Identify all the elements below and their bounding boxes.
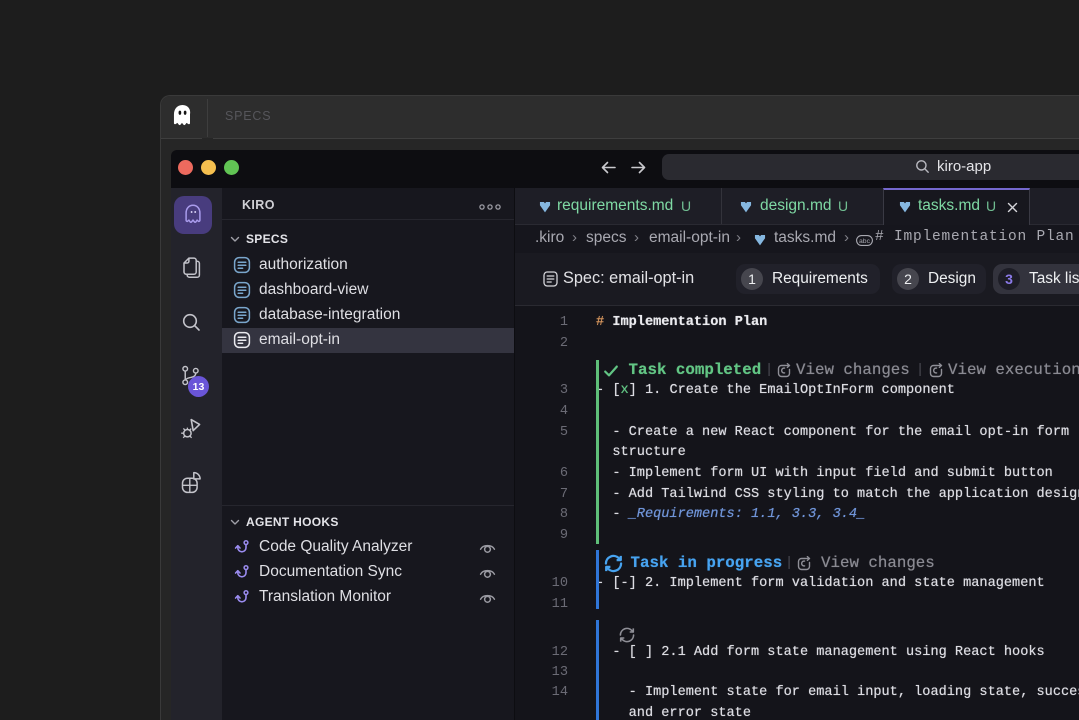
svg-text:abc: abc: [859, 238, 871, 245]
